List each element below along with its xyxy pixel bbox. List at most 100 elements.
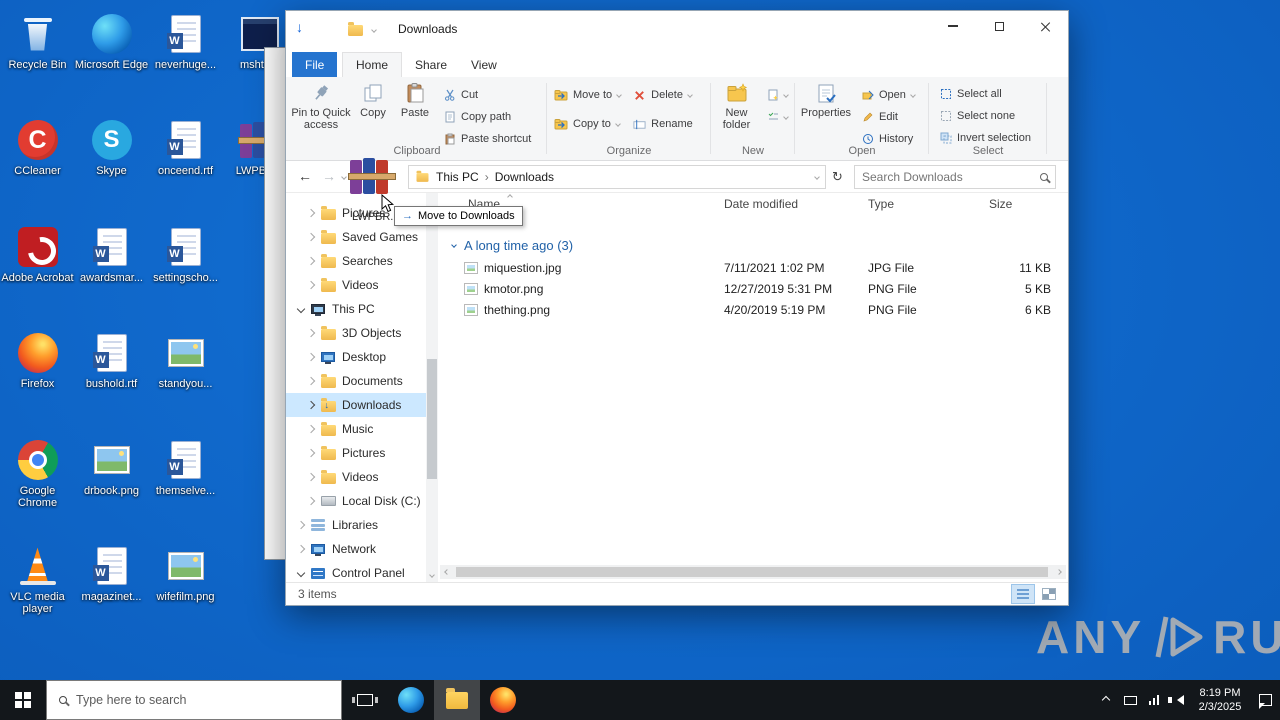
select-none-button[interactable]: Select none (936, 105, 1044, 127)
rename-button[interactable]: Rename (629, 113, 697, 135)
nav-scrollbar[interactable] (426, 193, 438, 582)
desktop-icon-adobe-acrobat[interactable]: Adobe Acrobat (0, 225, 75, 284)
breadcrumb-downloads[interactable]: Downloads (495, 170, 554, 184)
nav-item-network[interactable]: Network (286, 537, 426, 561)
select-all-button[interactable]: Select all (936, 83, 1044, 105)
tray-display-icon[interactable] (1118, 680, 1142, 720)
desktop-icon-vlc[interactable]: VLC media player (0, 544, 75, 615)
action-center-button[interactable] (1250, 680, 1280, 720)
taskbar-edge-button[interactable] (388, 680, 434, 720)
background-window[interactable] (264, 47, 286, 560)
new-item-button[interactable] (763, 84, 792, 106)
chevron-right-icon[interactable] (307, 281, 315, 289)
desktop-icon-awardsmar[interactable]: awardsmar... (74, 225, 149, 284)
nav-item-this-pc[interactable]: This PC (286, 297, 426, 321)
chevron-right-icon[interactable] (307, 473, 315, 481)
desktop-icon-bushold[interactable]: bushold.rtf (74, 331, 149, 390)
nav-item-documents[interactable]: Documents (286, 369, 426, 393)
task-view-button[interactable] (342, 680, 388, 720)
horizontal-scrollbar[interactable] (440, 565, 1066, 579)
chevron-right-icon[interactable] (307, 497, 315, 505)
collapse-group-icon[interactable] (451, 242, 457, 248)
tray-volume-icon[interactable] (1166, 680, 1190, 720)
title-bar[interactable]: ↓ Downloads (286, 11, 1068, 49)
tab-view[interactable]: View (458, 52, 510, 77)
desktop-icon-standyou[interactable]: standyou... (148, 331, 223, 390)
tab-home[interactable]: Home (342, 52, 402, 77)
nav-item-videos-user[interactable]: Videos (286, 273, 426, 297)
chevron-right-icon[interactable] (307, 257, 315, 265)
address-dropdown-icon[interactable] (814, 174, 820, 180)
chevron-down-icon[interactable] (297, 305, 305, 313)
tray-expand-button[interactable] (1094, 680, 1118, 720)
nav-item-searches[interactable]: Searches (286, 249, 426, 273)
tab-file[interactable]: File (292, 52, 337, 77)
search-icon[interactable] (1040, 173, 1048, 181)
desktop-icon-ccleaner[interactable]: CCleaner (0, 118, 75, 177)
properties-button[interactable]: Properties (798, 80, 854, 119)
column-header-date-modified[interactable]: Date modified (724, 197, 798, 219)
taskbar-search-input[interactable] (76, 693, 306, 707)
chevron-right-icon[interactable] (307, 353, 315, 361)
refresh-button[interactable]: ↻ (832, 169, 843, 185)
desktop-icon-skype[interactable]: Skype (74, 118, 149, 177)
forward-button[interactable]: → (322, 168, 336, 184)
scroll-left-button[interactable] (440, 565, 454, 579)
copy-button[interactable]: Copy (352, 80, 394, 119)
chevron-right-icon[interactable] (297, 545, 305, 553)
chevron-right-icon[interactable] (307, 401, 315, 409)
desktop-icon-drbook[interactable]: drbook.png (74, 438, 149, 497)
taskbar-explorer-button[interactable] (434, 680, 480, 720)
chevron-right-icon[interactable] (307, 377, 315, 385)
back-button[interactable]: ← (298, 168, 312, 184)
close-button[interactable] (1022, 11, 1068, 41)
desktop-icon-recycle-bin[interactable]: Recycle Bin (0, 12, 75, 71)
open-button[interactable]: Open (858, 84, 919, 106)
chevron-right-icon[interactable] (307, 425, 315, 433)
cut-button[interactable]: Cut (440, 84, 535, 106)
chevron-down-icon[interactable] (297, 569, 305, 577)
address-box[interactable]: This PC › Downloads (408, 165, 826, 189)
copy-to-button[interactable]: Copy to (550, 113, 625, 135)
new-folder-button[interactable]: New folder (714, 80, 759, 131)
paste-button[interactable]: Paste (394, 80, 436, 119)
minimize-button[interactable] (930, 11, 976, 41)
tray-network-icon[interactable] (1142, 680, 1166, 720)
nav-item-pictures[interactable]: Pictures (286, 441, 426, 465)
nav-item-control-panel[interactable]: Control Panel (286, 561, 426, 582)
nav-item-3d-objects[interactable]: 3D Objects (286, 321, 426, 345)
nav-item-downloads[interactable]: Downloads (286, 393, 426, 417)
chevron-down-icon[interactable] (371, 27, 377, 33)
pin-to-quick-access-button[interactable]: Pin to Quick access (290, 80, 352, 131)
desktop-icon-onceend[interactable]: onceend.rtf (148, 118, 223, 177)
column-header-size[interactable]: Size (989, 197, 1012, 219)
chevron-right-icon[interactable] (307, 233, 315, 241)
edit-button[interactable]: Edit (858, 106, 919, 128)
thumbnails-view-button[interactable] (1038, 585, 1060, 603)
chevron-right-icon[interactable] (297, 521, 305, 529)
move-to-button[interactable]: Move to (550, 84, 625, 106)
chevron-right-icon[interactable] (307, 449, 315, 457)
desktop-icon-magazinet[interactable]: magazinet... (74, 544, 149, 603)
start-button[interactable] (0, 680, 46, 720)
group-header[interactable]: A long time ago (3) (438, 235, 573, 255)
desktop-icon-firefox[interactable]: Firefox (0, 331, 75, 390)
taskbar-clock[interactable]: 8:19 PM 2/3/2025 (1190, 686, 1250, 714)
nav-item-saved-games[interactable]: Saved Games (286, 225, 426, 249)
desktop-icon-wifefilm[interactable]: wifefilm.png (148, 544, 223, 603)
chevron-right-icon[interactable] (307, 209, 315, 217)
nav-item-desktop[interactable]: Desktop (286, 345, 426, 369)
desktop-icon-microsoft-edge[interactable]: Microsoft Edge (74, 12, 149, 71)
horizontal-scrollbar-thumb[interactable] (456, 567, 1048, 577)
recent-locations-icon[interactable] (341, 174, 347, 180)
desktop-icon-settingscho[interactable]: settingscho... (148, 225, 223, 284)
search-input[interactable] (862, 170, 1040, 184)
taskbar-search-box[interactable] (46, 680, 342, 720)
delete-button[interactable]: Delete (629, 84, 697, 106)
scroll-down-button[interactable] (426, 568, 438, 582)
column-header-type[interactable]: Type (868, 197, 894, 219)
easy-access-button[interactable] (763, 106, 792, 128)
nav-item-local-disk-c[interactable]: Local Disk (C:) (286, 489, 426, 513)
file-row[interactable]: miquestion.jpg 7/11/2021 1:02 PM JPG Fil… (438, 257, 1062, 278)
breadcrumb-this-pc[interactable]: This PC (436, 170, 479, 184)
